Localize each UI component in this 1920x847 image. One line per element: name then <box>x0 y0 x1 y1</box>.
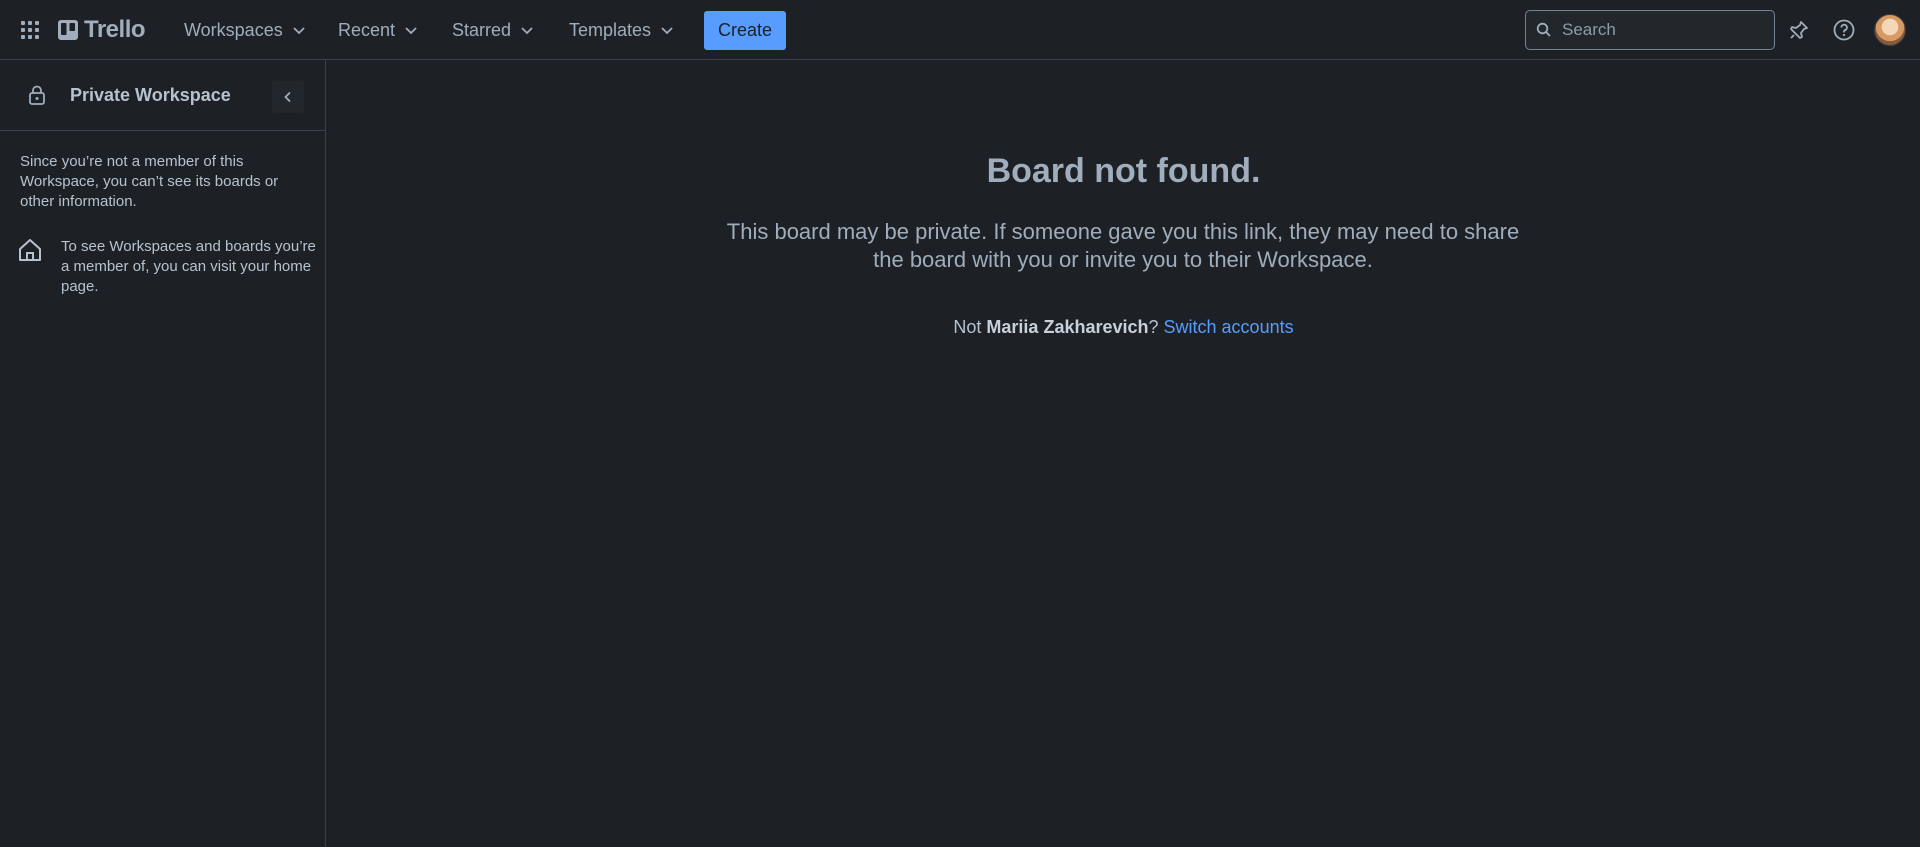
avatar[interactable] <box>1874 14 1906 46</box>
nav-templates[interactable]: Templates <box>563 14 681 46</box>
not-member-message: Since you’re not a member of this Worksp… <box>20 153 279 210</box>
help-icon <box>1833 19 1855 41</box>
app-switcher-button[interactable] <box>14 14 46 46</box>
nav-recent-label: Recent <box>338 19 396 40</box>
chevron-down-icon <box>405 27 417 35</box>
chevron-down-icon <box>661 27 673 35</box>
workspace-title: Private Workspace <box>70 85 231 105</box>
help-button[interactable] <box>1829 15 1859 45</box>
sidebar: Private Workspace Since you’re not a mem… <box>0 60 326 847</box>
lock-icon <box>24 82 50 108</box>
collapse-sidebar-button[interactable] <box>272 81 304 113</box>
home-page-message: To see Workspaces and boards you’re a me… <box>61 238 316 295</box>
main-content: Board not found. This board may be priva… <box>327 60 1920 847</box>
app-switcher-icon <box>21 21 39 39</box>
top-header: Trello Workspaces Recent Starred Templat… <box>0 0 1920 60</box>
workspace-header: Private Workspace <box>0 60 325 131</box>
switch-accounts-link[interactable]: Switch accounts <box>1164 317 1294 337</box>
chevron-left-icon <box>284 91 291 103</box>
search-box[interactable] <box>1525 10 1775 50</box>
account-prefix: Not <box>953 317 987 337</box>
account-name: Mariia Zakharevich <box>986 317 1149 337</box>
nav-templates-label: Templates <box>569 19 652 40</box>
logo-text: Trello <box>84 16 146 43</box>
nav-workspaces-label: Workspaces <box>184 19 283 40</box>
nav-starred[interactable]: Starred <box>446 14 541 46</box>
home-icon <box>19 239 41 261</box>
nav-workspaces[interactable]: Workspaces <box>178 14 313 46</box>
nav-starred-label: Starred <box>452 19 512 40</box>
notifications-button[interactable] <box>1784 15 1814 45</box>
page-title: Board not found. <box>986 152 1261 190</box>
search-input[interactable] <box>1562 20 1762 40</box>
chevron-down-icon <box>293 27 305 35</box>
search-icon <box>1536 22 1551 37</box>
notification-icon <box>1790 21 1808 39</box>
trello-logo[interactable]: Trello <box>58 16 146 44</box>
chevron-down-icon <box>521 27 533 35</box>
create-button[interactable]: Create <box>704 11 786 50</box>
nav-recent[interactable]: Recent <box>332 14 425 46</box>
not-found-description: This board may be private. If someone ga… <box>726 219 1520 272</box>
account-suffix: ? <box>1148 317 1164 337</box>
account-line: Not Mariia Zakharevich? Switch accounts <box>327 317 1920 338</box>
trello-logo-icon <box>58 20 78 40</box>
